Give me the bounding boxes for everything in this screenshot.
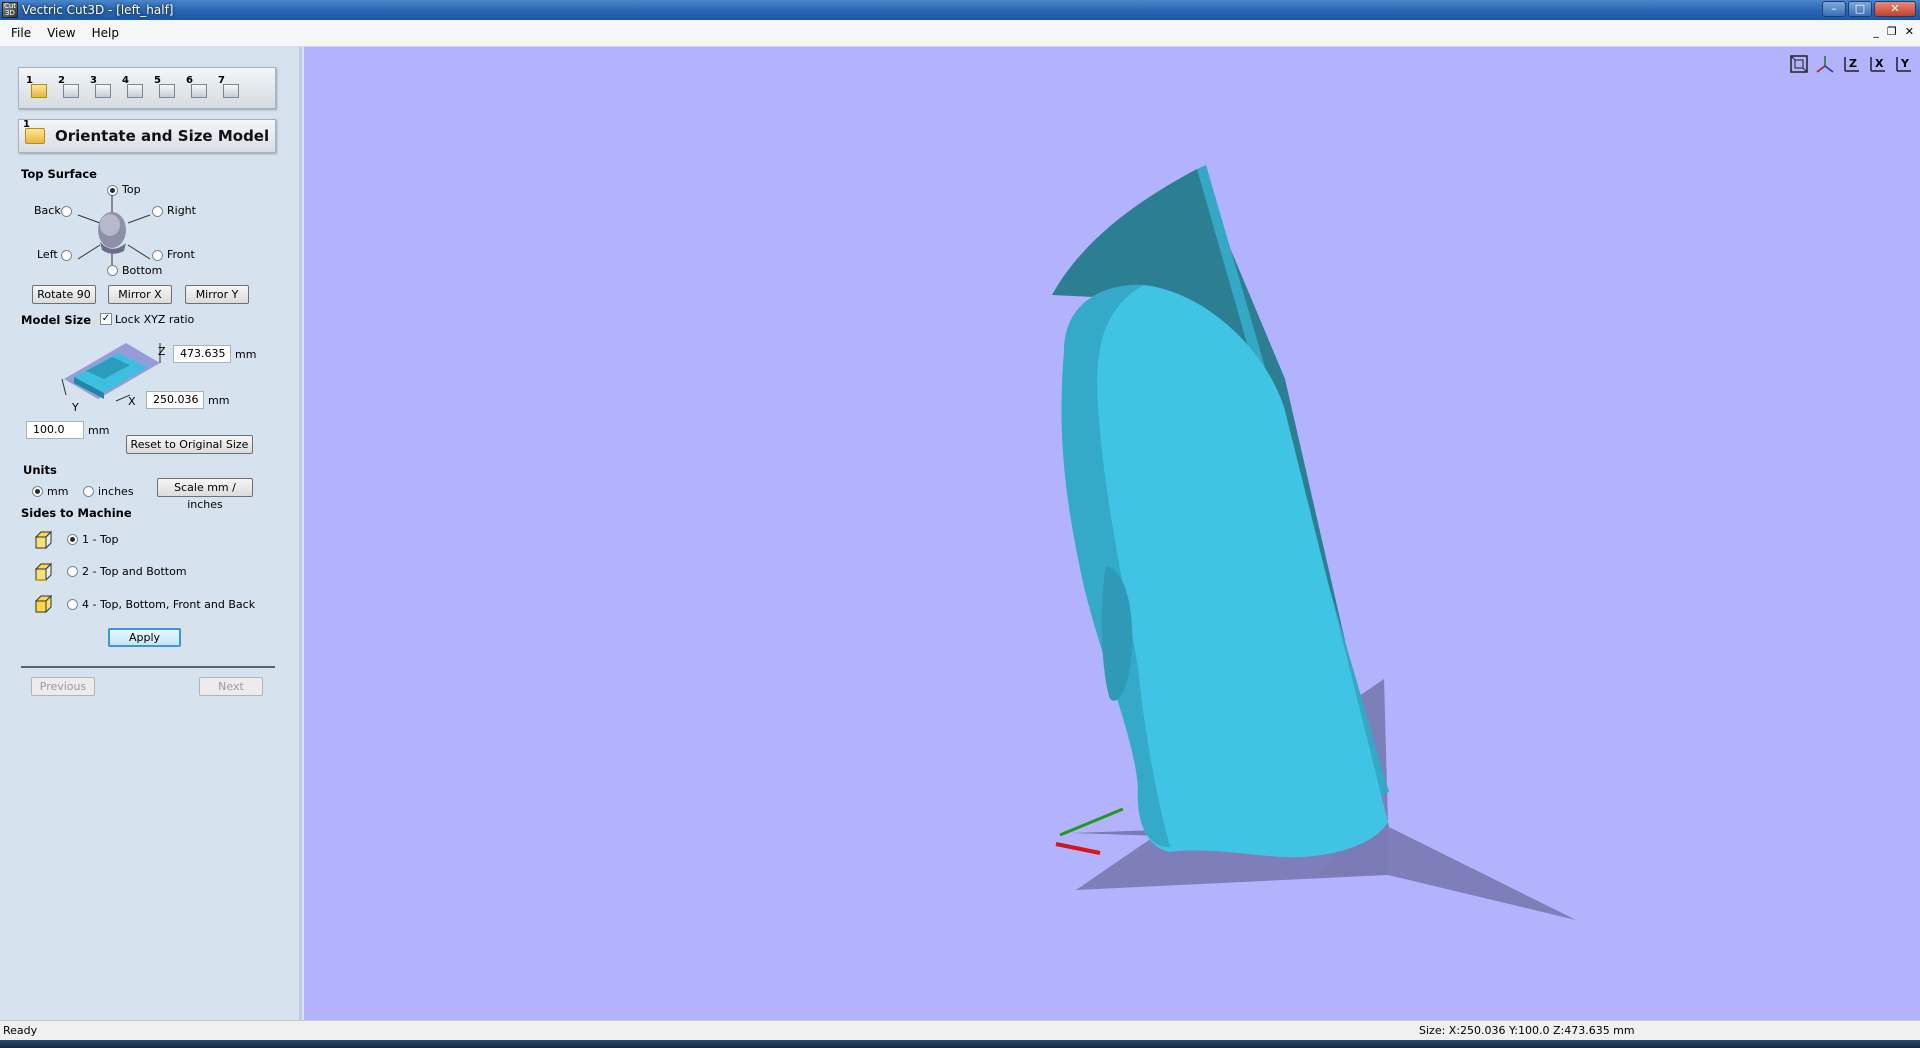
scale-units-button[interactable]: Scale mm / inches bbox=[157, 478, 253, 511]
axis-x-label: X bbox=[128, 395, 136, 408]
step-5-button[interactable]: 5 bbox=[153, 75, 177, 101]
z-unit-label: mm bbox=[235, 348, 257, 361]
status-bar: Ready Size: X:250.036 Y:100.0 Z:473.635 … bbox=[0, 1020, 1920, 1040]
x-unit-label: mm bbox=[208, 394, 230, 407]
mirror-y-button[interactable]: Mirror Y bbox=[185, 285, 249, 304]
step-6-button[interactable]: 6 bbox=[185, 75, 209, 101]
3d-model-render bbox=[1052, 165, 1576, 920]
step-2-button[interactable]: 2 bbox=[57, 75, 81, 101]
maximize-icon[interactable]: □ bbox=[1848, 1, 1872, 17]
minimize-icon[interactable]: – bbox=[1822, 1, 1846, 17]
app-icon: Cut 3D bbox=[2, 2, 18, 18]
window-title: Vectric Cut3D - [left_half] bbox=[22, 3, 174, 17]
doc-close-icon[interactable]: ✕ bbox=[1905, 25, 1914, 38]
radio-inches[interactable] bbox=[83, 486, 94, 497]
close-icon[interactable]: ✕ bbox=[1874, 1, 1916, 17]
axis-y-label: Y bbox=[72, 401, 79, 414]
y-unit-label: mm bbox=[88, 424, 110, 437]
four-sides-cube-icon bbox=[34, 595, 53, 613]
panel-divider bbox=[21, 666, 275, 668]
open-folder-icon bbox=[31, 84, 47, 98]
menu-help[interactable]: Help bbox=[84, 26, 127, 40]
radio-sides-1[interactable] bbox=[67, 534, 78, 545]
title-bar: Cut 3D Vectric Cut3D - [left_half] – □ ✕ bbox=[0, 0, 1920, 20]
radio-sides-4-label: 4 - Top, Bottom, Front and Back bbox=[82, 598, 256, 611]
menu-bar: File View Help _ ❐ ✕ bbox=[0, 20, 1920, 47]
status-size-text: Size: X:250.036 Y:100.0 Z:473.635 mm bbox=[1419, 1024, 1635, 1037]
x-size-input[interactable]: 250.036 bbox=[146, 391, 204, 409]
orientation-head-graphic bbox=[77, 195, 151, 265]
status-text: Ready bbox=[3, 1024, 38, 1037]
radio-sides-2-label: 2 - Top and Bottom bbox=[82, 565, 187, 578]
x-axis-marker bbox=[1055, 842, 1101, 855]
step-5-icon bbox=[159, 84, 175, 98]
lock-xyz-label: Lock XYZ ratio bbox=[115, 313, 195, 326]
radio-mm-label: mm bbox=[47, 485, 69, 498]
mirror-x-button[interactable]: Mirror X bbox=[108, 285, 172, 304]
reset-size-button[interactable]: Reset to Original Size bbox=[126, 435, 253, 454]
os-taskbar bbox=[0, 1040, 1920, 1048]
step-4-icon bbox=[127, 84, 143, 98]
model-size-label: Model Size bbox=[21, 313, 92, 327]
two-sides-cube-icon bbox=[34, 563, 53, 581]
axis-z-label: Z bbox=[158, 345, 166, 358]
step-3-button[interactable]: 3 bbox=[89, 75, 113, 101]
document-window-controls: _ ❐ ✕ bbox=[1873, 25, 1914, 38]
3d-viewport[interactable]: Z X Y bbox=[304, 47, 1920, 1020]
step-title: Orientate and Size Model bbox=[55, 127, 270, 145]
radio-mm[interactable] bbox=[32, 486, 43, 497]
step-7-button[interactable]: 7 bbox=[217, 75, 241, 101]
step-header: Orientate and Size Model bbox=[18, 119, 276, 153]
doc-minimize-icon[interactable]: _ bbox=[1873, 25, 1879, 38]
radio-front-label: Front bbox=[167, 248, 195, 261]
wizard-panel: 1 2 3 4 5 6 7 Orientate and Size Model T… bbox=[0, 47, 302, 1020]
lock-xyz-checkbox[interactable]: ✓ bbox=[100, 313, 112, 325]
one-side-cube-icon bbox=[34, 531, 53, 549]
radio-sides-2[interactable] bbox=[67, 566, 78, 577]
radio-sides-4[interactable] bbox=[67, 599, 78, 610]
radio-back-label: Back bbox=[34, 204, 61, 217]
menu-view[interactable]: View bbox=[39, 26, 83, 40]
previous-button[interactable]: Previous bbox=[31, 677, 95, 696]
step-6-icon bbox=[191, 84, 207, 98]
y-axis-marker bbox=[1059, 807, 1124, 837]
z-size-input[interactable]: 473.635 bbox=[173, 345, 231, 363]
units-label: Units bbox=[23, 463, 57, 477]
menu-file[interactable]: File bbox=[0, 26, 39, 40]
radio-sides-1-label: 1 - Top bbox=[82, 533, 119, 546]
step-2-icon bbox=[63, 84, 79, 98]
radio-inches-label: inches bbox=[98, 485, 134, 498]
next-button[interactable]: Next bbox=[199, 677, 263, 696]
top-surface-label: Top Surface bbox=[21, 167, 97, 181]
radio-right-label: Right bbox=[167, 204, 196, 217]
rotate-90-button[interactable]: Rotate 90 bbox=[32, 285, 96, 304]
sides-to-machine-label: Sides to Machine bbox=[21, 506, 132, 520]
wizard-steps-toolbar: 1 2 3 4 5 6 7 bbox=[18, 67, 276, 109]
y-size-input[interactable]: 100.0 bbox=[26, 421, 84, 439]
step-1-button[interactable]: 1 bbox=[25, 75, 49, 101]
folder-icon bbox=[23, 119, 45, 144]
step-4-button[interactable]: 4 bbox=[121, 75, 145, 101]
step-3-icon bbox=[95, 84, 111, 98]
window-controls: – □ ✕ bbox=[1822, 1, 1916, 17]
step-7-icon bbox=[223, 84, 239, 98]
apply-button[interactable]: Apply bbox=[108, 628, 181, 647]
radio-left-label: Left bbox=[37, 248, 58, 261]
doc-restore-icon[interactable]: ❐ bbox=[1887, 25, 1897, 38]
